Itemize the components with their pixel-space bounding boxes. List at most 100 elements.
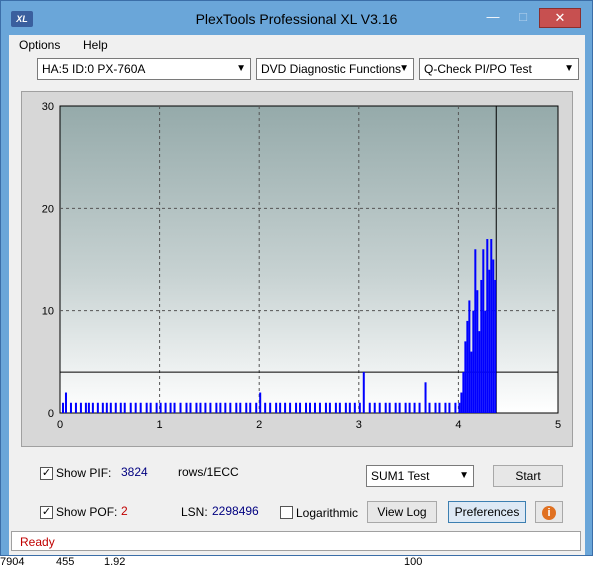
drive-select[interactable]: HA:5 ID:0 PX-760A ▼ [37, 58, 251, 80]
data-bar [215, 402, 218, 413]
drive-select-value: HA:5 ID:0 PX-760A [42, 62, 146, 76]
x-tick-label: 0 [57, 419, 63, 431]
pif-value: 3824 [121, 465, 148, 479]
logarithmic-checkbox[interactable] [280, 506, 293, 519]
preferences-button[interactable]: Preferences [448, 501, 526, 523]
background-value: 100 [404, 556, 423, 568]
data-bar [179, 402, 182, 413]
data-bar [204, 402, 207, 413]
chevron-down-icon: ▼ [459, 470, 469, 481]
data-bar [472, 310, 475, 413]
background-value: 7904 [0, 556, 25, 568]
data-bar [105, 402, 108, 413]
data-bar [444, 402, 447, 413]
y-tick-label: 0 [48, 408, 54, 420]
info-button[interactable]: i [535, 501, 563, 523]
start-button[interactable]: Start [493, 465, 563, 487]
data-bar [470, 351, 473, 413]
close-button[interactable]: ✕ [539, 8, 581, 28]
data-bar [478, 331, 481, 413]
data-bar [164, 402, 167, 413]
menu-bar: Options Help [9, 35, 585, 55]
data-bar [492, 259, 495, 413]
minimize-button[interactable]: — [479, 8, 507, 28]
show-pof-checkbox[interactable]: ✓ [40, 506, 53, 519]
data-bar [189, 402, 192, 413]
data-bar [384, 402, 387, 413]
x-tick-label: 2 [256, 419, 262, 431]
data-bar [269, 402, 272, 413]
pi-po-chart: 0 1 2 3 4 5 0 10 20 30 [42, 101, 561, 431]
menu-help[interactable]: Help [83, 38, 108, 52]
test-select-value: Q-Check PI/PO Test [424, 62, 532, 76]
data-bar [438, 402, 441, 413]
client-area: Options Help HA:5 ID:0 PX-760A ▼ DVD Dia… [9, 35, 585, 555]
y-tick-label: 30 [42, 101, 54, 113]
data-bar [199, 402, 202, 413]
sum-test-select-value: SUM1 Test [371, 469, 430, 483]
data-bar [373, 402, 376, 413]
chevron-down-icon: ▼ [564, 63, 574, 74]
data-bar [79, 402, 82, 413]
data-bar [61, 402, 64, 413]
y-tick-label: 10 [42, 306, 54, 318]
data-bar [462, 372, 465, 413]
data-bar [428, 402, 431, 413]
chevron-down-icon: ▼ [236, 63, 246, 74]
data-bar [289, 402, 292, 413]
data-bar [119, 402, 122, 413]
menu-options[interactable]: Options [19, 38, 60, 52]
maximize-button[interactable]: □ [509, 8, 537, 28]
data-bar [169, 402, 172, 413]
x-tick-label: 1 [157, 419, 163, 431]
data-bar [482, 249, 485, 413]
data-bar [87, 402, 90, 413]
data-bar [219, 402, 222, 413]
data-bar [195, 402, 198, 413]
data-bar [344, 402, 347, 413]
data-bar [245, 402, 248, 413]
data-bar [362, 372, 365, 413]
data-bar [275, 402, 278, 413]
data-bar [368, 402, 371, 413]
sum-test-select[interactable]: SUM1 Test ▼ [366, 465, 474, 487]
data-bar [476, 290, 479, 413]
data-bar [388, 402, 391, 413]
data-bar [149, 402, 152, 413]
main-window: XL PlexTools Professional XL V3.16 — □ ✕… [0, 0, 593, 556]
data-bar [224, 402, 227, 413]
data-bar [338, 402, 341, 413]
title-bar[interactable]: XL PlexTools Professional XL V3.16 — □ ✕ [1, 1, 592, 35]
data-bar [434, 402, 437, 413]
data-bar [129, 402, 132, 413]
data-bar [299, 402, 302, 413]
function-select[interactable]: DVD Diagnostic Functions ▼ [256, 58, 414, 80]
data-bar [185, 402, 188, 413]
show-pif-checkbox[interactable]: ✓ [40, 467, 53, 480]
lsn-value: 2298496 [212, 504, 259, 518]
data-bar [334, 402, 337, 413]
data-bar [305, 402, 308, 413]
test-select[interactable]: Q-Check PI/PO Test ▼ [419, 58, 579, 80]
data-bar [458, 402, 461, 413]
data-bar [494, 279, 497, 413]
background-value: 1.92 [104, 556, 126, 568]
data-bar [408, 402, 411, 413]
view-log-button[interactable]: View Log [367, 501, 437, 523]
data-bar [229, 402, 232, 413]
data-bar [398, 402, 401, 413]
data-bar [466, 320, 469, 413]
data-bar [64, 392, 67, 413]
data-bar [284, 402, 287, 413]
background-value: 455 [56, 556, 75, 568]
units-label: rows/1ECC [178, 465, 239, 479]
data-bar [424, 382, 427, 413]
data-bar [96, 402, 99, 413]
data-bar [145, 402, 148, 413]
data-bar [139, 402, 142, 413]
data-bar [235, 402, 238, 413]
data-bar [84, 402, 87, 413]
data-bar [480, 279, 483, 413]
data-bar [353, 402, 356, 413]
data-bar [159, 402, 162, 413]
